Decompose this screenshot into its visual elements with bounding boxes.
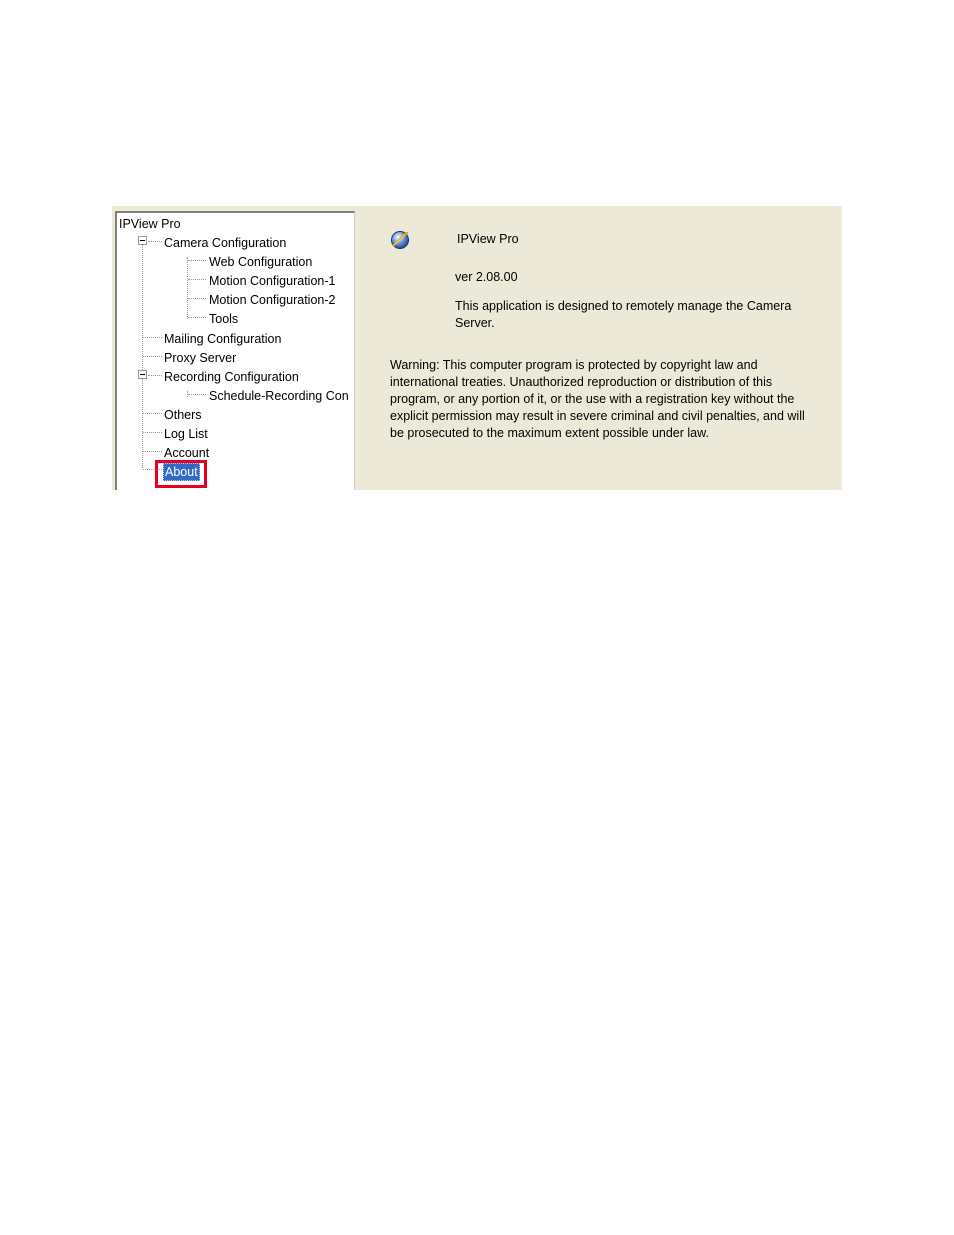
warning-line-2: international treaties. Unauthorized rep…	[390, 375, 773, 389]
tree-item-proxy-server[interactable]: Proxy Server	[164, 350, 236, 366]
highlight-box	[155, 460, 207, 488]
tree-connector	[143, 432, 162, 433]
tree-connector	[143, 413, 162, 414]
screenshot-window: IPView Pro Camera Configuration Web Conf…	[112, 206, 842, 490]
about-title: IPView Pro	[457, 232, 519, 246]
warning-line-4: explicit permission may result in severe…	[390, 409, 805, 423]
tree-connector	[143, 337, 162, 338]
about-description-line1: This application is designed to remotely…	[455, 299, 792, 313]
tree-item-motion-configuration-2[interactable]: Motion Configuration-2	[209, 292, 335, 308]
tree-connector	[143, 451, 162, 452]
about-description-line2: Server.	[455, 316, 495, 330]
tree-item-account[interactable]: Account	[164, 445, 209, 461]
warning-line-5: be prosecuted to the maximum extent poss…	[390, 426, 709, 440]
warning-line-3: program, or any portion of it, or the us…	[390, 392, 795, 406]
tree-item-mailing-configuration[interactable]: Mailing Configuration	[164, 331, 281, 347]
tree-item-motion-configuration-1[interactable]: Motion Configuration-1	[209, 273, 335, 289]
tree-connector	[148, 375, 162, 376]
tree-connector	[142, 238, 143, 468]
tree-connector	[188, 298, 206, 299]
warning-line-1: Warning: This computer program is protec…	[390, 358, 758, 372]
tree-item-camera-configuration[interactable]: Camera Configuration	[164, 235, 286, 251]
collapse-icon[interactable]	[138, 370, 147, 379]
tree-connector	[188, 260, 206, 261]
collapse-icon[interactable]	[138, 236, 147, 245]
tree-item-others[interactable]: Others	[164, 407, 202, 423]
app-globe-icon	[391, 231, 409, 249]
tree-item-recording-configuration[interactable]: Recording Configuration	[164, 369, 299, 385]
tree-root[interactable]: IPView Pro	[119, 216, 181, 232]
navigation-tree[interactable]: IPView Pro Camera Configuration Web Conf…	[115, 211, 355, 490]
tree-connector	[148, 241, 162, 242]
tree-connector	[188, 279, 206, 280]
tree-item-tools[interactable]: Tools	[209, 311, 238, 327]
tree-item-web-configuration[interactable]: Web Configuration	[209, 254, 312, 270]
tree-connector	[188, 394, 206, 395]
tree-item-log-list[interactable]: Log List	[164, 426, 208, 442]
about-version: ver 2.08.00	[455, 270, 518, 284]
tree-connector	[143, 356, 162, 357]
tree-item-schedule-recording[interactable]: Schedule-Recording Con	[209, 388, 349, 404]
tree-connector	[187, 257, 188, 319]
tree-connector	[188, 317, 206, 318]
